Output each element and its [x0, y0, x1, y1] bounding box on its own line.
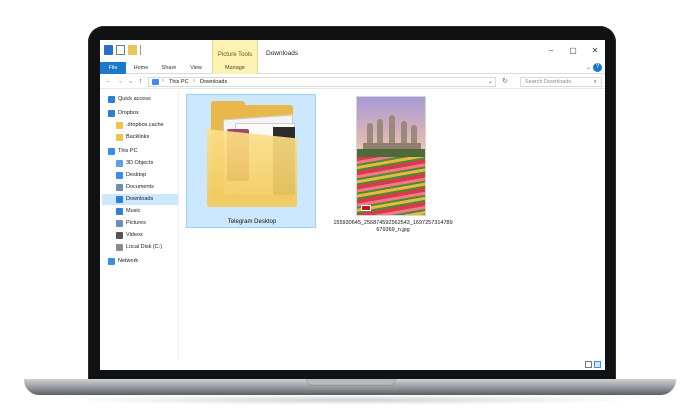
- sidebar-item-label: Dropbox: [118, 110, 139, 116]
- file-item-image[interactable]: 155930645_256874592562543_16972573147896…: [332, 94, 454, 233]
- contextual-group-label: Picture Tools: [212, 40, 258, 62]
- sidebar-item-3d-objects[interactable]: 3D Objects: [102, 158, 178, 169]
- star-icon: [108, 96, 115, 103]
- computer-icon: [152, 79, 159, 85]
- search-placeholder: Search Downloads: [525, 79, 572, 85]
- sidebar-item-backlinks[interactable]: Backlinks: [102, 132, 178, 143]
- window-title: Downloads: [266, 50, 299, 57]
- sidebar-item-local-disk-c[interactable]: Local Disk (C:): [102, 242, 178, 253]
- dropbox-icon: [108, 110, 115, 117]
- file-explorer-window: Picture Tools Downloads – ▢ ✕ File Home …: [100, 40, 605, 370]
- large-icons-view-icon[interactable]: [594, 361, 601, 368]
- music-icon: [116, 208, 123, 215]
- pictures-icon: [116, 220, 123, 227]
- refresh-icon[interactable]: ↻: [500, 77, 510, 87]
- thumbnail-tower: [389, 115, 395, 143]
- search-input[interactable]: Search Downloads ⌕: [520, 77, 602, 87]
- quick-access-toolbar: [104, 45, 146, 55]
- sidebar-item-music[interactable]: Music: [102, 206, 178, 217]
- recent-locations-icon[interactable]: ⌄: [126, 77, 135, 87]
- sidebar-item-dropbox[interactable]: Dropbox: [102, 108, 178, 119]
- breadcrumb-downloads[interactable]: Downloads: [200, 79, 227, 85]
- sidebar-item-downloads[interactable]: Downloads: [102, 194, 178, 205]
- sidebar-item-desktop[interactable]: Desktop: [102, 170, 178, 181]
- close-icon[interactable]: ✕: [590, 46, 600, 56]
- chevron-right-icon[interactable]: ›: [193, 78, 195, 84]
- pane-divider[interactable]: [178, 92, 179, 370]
- sidebar-item-label: 3D Objects: [126, 160, 154, 166]
- sidebar-item-videos[interactable]: Videos: [102, 230, 178, 241]
- sidebar-item-label: Network: [118, 258, 139, 264]
- sidebar-item-label: Downloads: [126, 196, 154, 202]
- view-toggles: [585, 361, 601, 368]
- desktop-icon: [116, 172, 123, 179]
- maximize-icon[interactable]: ▢: [568, 46, 578, 56]
- new-folder-icon[interactable]: [128, 45, 137, 55]
- navigation-pane: Quick access Dropbox .dropbox.cache Backlin…: [100, 92, 180, 370]
- breadcrumb-this-pc[interactable]: This PC: [169, 79, 189, 85]
- folder-icon: [116, 122, 123, 129]
- computer-icon: [108, 148, 115, 155]
- sidebar-item-label: Quick access: [118, 96, 151, 102]
- sidebar-item-label: Pictures: [126, 220, 146, 226]
- search-icon: ⌕: [593, 79, 597, 85]
- folder-item-telegram-desktop[interactable]: Telegram Desktop: [186, 94, 316, 228]
- folder-icon: [116, 134, 123, 141]
- forward-arrow-icon[interactable]: →: [115, 77, 124, 87]
- chevron-down-icon[interactable]: ⌄: [586, 64, 591, 71]
- chevron-right-icon[interactable]: ›: [162, 78, 164, 84]
- help-icon[interactable]: ?: [593, 63, 602, 72]
- customize-toolbar-icon[interactable]: [140, 45, 146, 55]
- image-thumbnail: [356, 96, 426, 216]
- sidebar-item-dropbox-cache[interactable]: .dropbox.cache: [102, 120, 178, 131]
- title-bar: Picture Tools Downloads – ▢ ✕: [100, 40, 605, 62]
- tab-manage[interactable]: Manage: [212, 62, 258, 74]
- documents-icon: [116, 184, 123, 191]
- details-view-icon[interactable]: [585, 361, 592, 368]
- sidebar-item-label: Local Disk (C:): [126, 244, 163, 250]
- folder-icon-front: [207, 129, 297, 207]
- laptop-notch: [306, 379, 396, 386]
- tab-share[interactable]: Share: [158, 62, 180, 74]
- download-icon[interactable]: [104, 45, 113, 55]
- ribbon-tabs: File Home Share View Manage ⌄ ?: [100, 62, 605, 74]
- back-arrow-icon[interactable]: ←: [104, 77, 113, 87]
- cube-icon: [116, 160, 123, 167]
- sidebar-item-label: Backlinks: [126, 134, 150, 140]
- navigation-bar: ← → ⌄ ↑ › This PC › Downloads ⌄ ↻ Search…: [100, 75, 605, 89]
- sidebar-item-label: Music: [126, 208, 141, 214]
- sidebar-item-documents[interactable]: Documents: [102, 182, 178, 193]
- file-name: Telegram Desktop: [227, 219, 277, 225]
- up-arrow-icon[interactable]: ↑: [136, 77, 145, 87]
- sidebar-item-this-pc[interactable]: This PC: [102, 146, 178, 157]
- tab-home[interactable]: Home: [130, 62, 152, 74]
- sidebar-item-label: Documents: [126, 184, 154, 190]
- properties-icon[interactable]: [116, 45, 125, 55]
- laptop-mockup: Picture Tools Downloads – ▢ ✕ File Home …: [0, 0, 700, 420]
- file-name: 155930645_256874592562543_16972573147896…: [333, 220, 453, 233]
- network-icon: [108, 258, 115, 265]
- laptop-shadow: [60, 395, 640, 405]
- minimize-icon[interactable]: –: [546, 46, 556, 56]
- file-list: Telegram Desktop 155930645_2568745925625…: [182, 92, 605, 370]
- badge-icon: [361, 205, 371, 211]
- sidebar-item-quick-access[interactable]: Quick access: [102, 94, 178, 105]
- download-icon: [116, 196, 123, 203]
- sidebar-item-label: Videos: [126, 232, 143, 238]
- tab-file[interactable]: File: [100, 62, 126, 74]
- sidebar-item-label: Desktop: [126, 172, 147, 178]
- sidebar-item-label: This PC: [118, 148, 138, 154]
- sidebar-item-network[interactable]: Network: [102, 256, 178, 267]
- chevron-down-icon[interactable]: ⌄: [488, 78, 493, 85]
- sidebar-item-label: .dropbox.cache: [126, 122, 164, 128]
- sidebar-item-pictures[interactable]: Pictures: [102, 218, 178, 229]
- disk-icon: [116, 244, 123, 251]
- status-bar: [100, 360, 605, 370]
- tab-view[interactable]: View: [186, 62, 206, 74]
- videos-icon: [116, 232, 123, 239]
- address-bar[interactable]: › This PC › Downloads ⌄: [148, 77, 496, 87]
